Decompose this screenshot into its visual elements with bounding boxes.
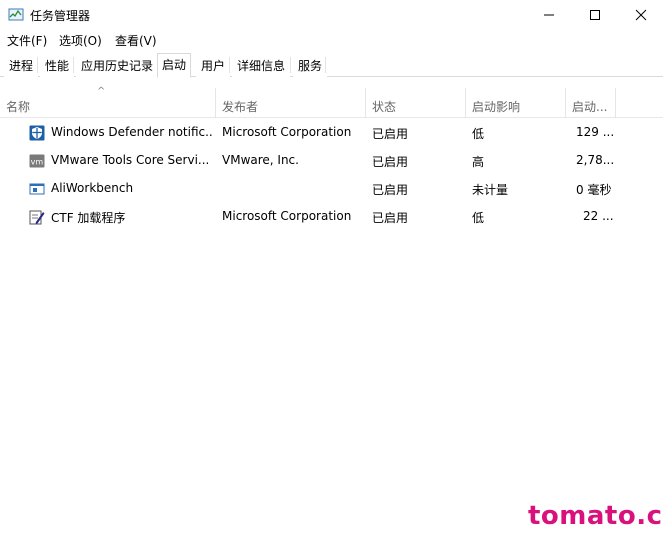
svg-text:vm: vm xyxy=(31,158,44,167)
column-header-startup-time[interactable]: 启动... xyxy=(566,78,616,118)
row-status: 已启用 xyxy=(372,183,409,197)
column-header-row: ^ 名称 发布者 状态 启动影响 启动... xyxy=(0,78,663,118)
tab-users[interactable]: 用户 xyxy=(196,54,231,77)
row-impact: 低 xyxy=(472,127,485,141)
maximize-button[interactable] xyxy=(573,0,617,30)
row-status: 已启用 xyxy=(372,155,409,169)
row-publisher: Microsoft Corporation xyxy=(222,125,352,139)
close-button[interactable] xyxy=(619,0,663,30)
row-startup-time: 22 ... xyxy=(583,209,614,223)
table-row[interactable]: AliWorkbench 已启用 未计量 0 毫秒 xyxy=(0,175,663,203)
column-header-status[interactable]: 状态 xyxy=(366,78,466,118)
title-bar: 任务管理器 xyxy=(0,0,663,30)
menu-view[interactable]: 查看(V) xyxy=(115,32,157,49)
row-startup-time: 0 毫秒 xyxy=(576,183,612,197)
menu-file[interactable]: 文件(F) xyxy=(7,32,47,49)
tab-details[interactable]: 详细信息 xyxy=(232,54,291,77)
menu-options[interactable]: 选项(O) xyxy=(59,32,102,49)
row-impact: 未计量 xyxy=(472,183,509,197)
table-row[interactable]: vm VMware Tools Core Servi... VMware, In… xyxy=(0,147,663,175)
menu-bar: 文件(F) 选项(O) 查看(V) xyxy=(0,30,663,50)
column-header-publisher[interactable]: 发布者 xyxy=(216,78,366,118)
row-startup-time: 129 ... xyxy=(576,125,615,139)
row-name: Windows Defender notific... xyxy=(51,125,213,139)
row-publisher: VMware, Inc. xyxy=(222,153,299,167)
column-header-name[interactable]: ^ 名称 xyxy=(0,78,216,118)
minimize-icon xyxy=(544,14,554,16)
minimize-button[interactable] xyxy=(527,0,571,30)
row-impact: 高 xyxy=(472,155,485,169)
shield-icon xyxy=(29,125,45,141)
tab-startup[interactable]: 启动 xyxy=(157,53,192,78)
table-row[interactable]: CTF 加载程序 Microsoft Corporation 已启用 低 22 … xyxy=(0,203,663,231)
row-name: CTF 加载程序 xyxy=(51,211,126,225)
row-publisher: Microsoft Corporation xyxy=(222,209,352,223)
tab-app-history[interactable]: 应用历史记录 xyxy=(76,54,159,77)
pen-icon xyxy=(29,209,45,225)
row-impact: 低 xyxy=(472,211,485,225)
table-row[interactable]: Windows Defender notific... Microsoft Co… xyxy=(0,119,663,147)
app-window-icon xyxy=(29,181,45,197)
sort-ascending-icon: ^ xyxy=(97,86,106,97)
row-name: AliWorkbench xyxy=(51,181,134,195)
close-icon xyxy=(635,9,647,21)
tab-bar: 进程 性能 应用历史记录 启动 用户 详细信息 服务 xyxy=(0,53,663,78)
column-header-impact[interactable]: 启动影响 xyxy=(466,78,566,118)
vmware-icon: vm xyxy=(29,153,45,169)
tab-performance[interactable]: 性能 xyxy=(40,54,75,77)
row-startup-time: 2,78... xyxy=(576,153,615,167)
tab-processes[interactable]: 进程 xyxy=(4,54,39,77)
window-title: 任务管理器 xyxy=(30,9,91,23)
row-name: VMware Tools Core Servi... xyxy=(51,153,210,167)
maximize-icon xyxy=(590,10,600,20)
tab-services[interactable]: 服务 xyxy=(293,54,328,77)
row-status: 已启用 xyxy=(372,211,409,225)
watermark-text: tomato.cm xyxy=(528,501,663,531)
row-status: 已启用 xyxy=(372,127,409,141)
task-manager-icon xyxy=(8,7,24,23)
